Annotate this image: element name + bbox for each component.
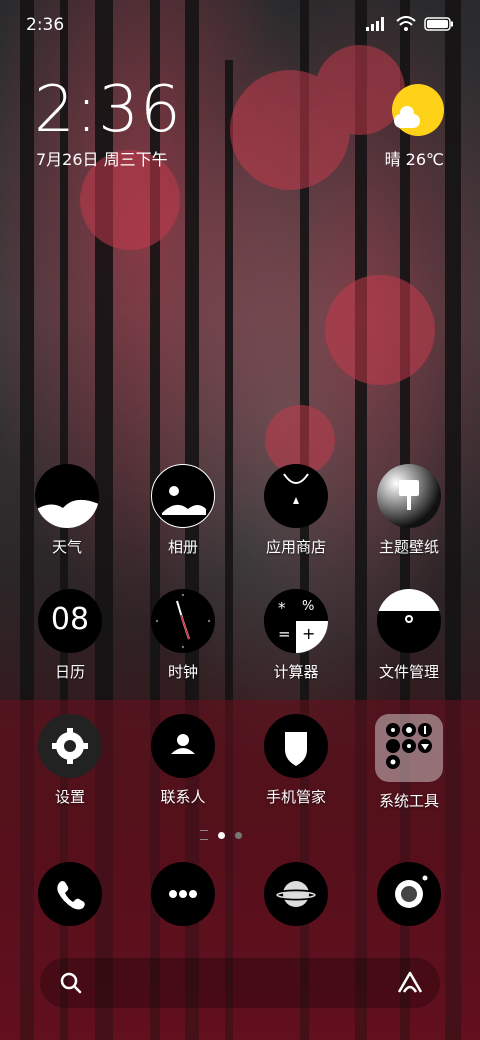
app-security[interactable]: 手机管家 (241, 714, 351, 807)
calc-symbol-percent: % (302, 599, 315, 614)
clock-widget-time[interactable]: 2:36 (34, 78, 182, 142)
app-label: 主题壁纸 (378, 538, 439, 556)
weather-icon (35, 464, 99, 528)
app-store[interactable]: 应用商店 (241, 464, 351, 557)
app-calculator[interactable]: * % = + 计算器 (241, 589, 351, 682)
calendar-icon: 08 (38, 589, 102, 653)
clock-widget-date: 7月26日 周三下午 (36, 150, 168, 169)
weather-text: 晴 26℃ (384, 150, 444, 169)
cloud-icon (394, 106, 420, 128)
assistant-icon[interactable] (396, 970, 424, 996)
app-gallery[interactable]: 相册 (128, 464, 238, 557)
status-time: 2:36 (26, 15, 65, 35)
app-label: 时钟 (167, 663, 198, 681)
wifi-icon (396, 16, 416, 31)
dock-messages[interactable] (128, 862, 238, 926)
app-label: 联系人 (160, 788, 206, 806)
status-bar: 2:36 (0, 0, 480, 50)
system-tools-folder-icon (375, 714, 443, 782)
battery-icon (424, 17, 453, 31)
dock-phone[interactable] (15, 862, 125, 926)
calc-symbol-multiply: * (278, 599, 286, 617)
page-indicator (200, 830, 242, 840)
folder-system-tools[interactable]: 系统工具 (354, 714, 464, 811)
calc-symbol-equals: = (278, 625, 291, 643)
app-label: 设置 (54, 788, 85, 806)
app-weather[interactable]: 天气 (12, 464, 122, 557)
app-settings[interactable]: 设置 (15, 714, 125, 807)
app-clock[interactable]: 时钟 (128, 589, 238, 682)
app-label: 文件管理 (378, 663, 439, 681)
app-label: 日历 (54, 663, 85, 681)
browser-icon (264, 862, 328, 926)
contacts-icon (151, 714, 215, 778)
dock-camera[interactable] (354, 862, 464, 926)
weather-widget[interactable]: 晴 26℃ (334, 80, 444, 170)
messages-icon (151, 862, 215, 926)
gallery-icon (151, 464, 215, 528)
app-themes[interactable]: 主题壁纸 (354, 464, 464, 557)
status-icons (366, 16, 454, 32)
app-label: 天气 (51, 538, 82, 556)
app-label: 系统工具 (378, 792, 439, 810)
themes-icon (377, 464, 441, 528)
page-list-icon (200, 830, 208, 840)
app-label: 相册 (167, 538, 198, 556)
signal-icon (366, 17, 384, 31)
app-label: 手机管家 (265, 788, 326, 806)
file-manager-icon (377, 589, 441, 653)
dock-browser[interactable] (241, 862, 351, 926)
app-label: 计算器 (273, 663, 319, 681)
app-contacts[interactable]: 联系人 (128, 714, 238, 807)
calc-symbol-plus: + (302, 624, 316, 643)
page-dot[interactable] (235, 831, 242, 839)
settings-icon (38, 714, 102, 778)
page-dot-active[interactable] (218, 831, 225, 839)
security-icon (264, 714, 328, 778)
app-store-icon (264, 464, 328, 528)
app-label: 应用商店 (265, 538, 326, 556)
phone-icon (38, 862, 102, 926)
search-bar[interactable] (40, 958, 440, 1008)
camera-icon (377, 862, 441, 926)
calendar-day: 08 (50, 602, 90, 637)
clock-icon (151, 589, 215, 653)
app-calendar[interactable]: 08 日历 (15, 589, 125, 682)
search-icon[interactable] (60, 972, 82, 994)
calculator-icon: * % = + (264, 589, 328, 653)
app-file-manager[interactable]: 文件管理 (354, 589, 464, 682)
